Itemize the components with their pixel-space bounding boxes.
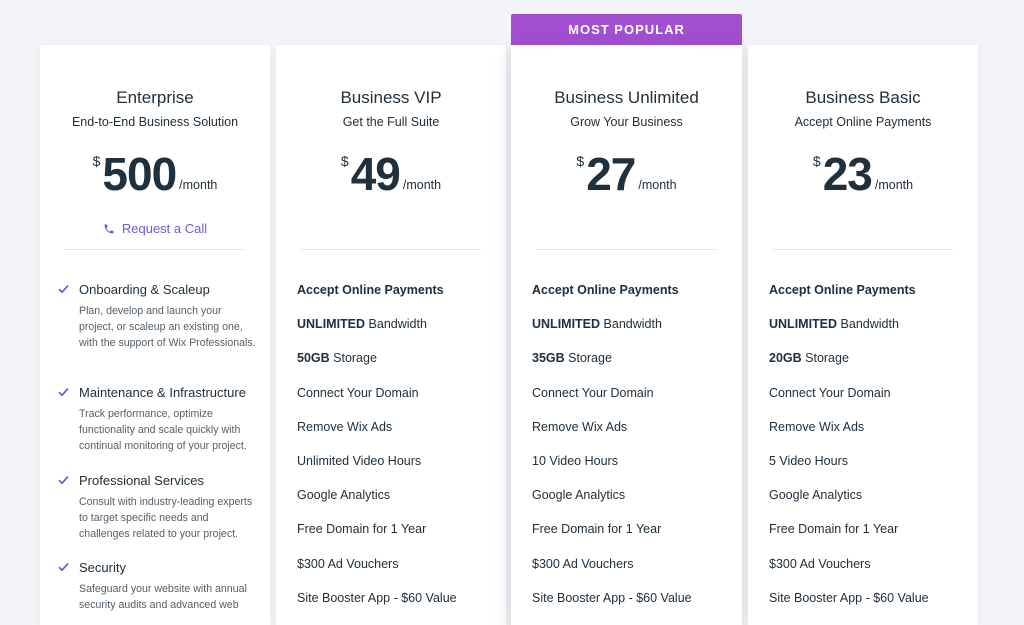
price-amount: 49 — [350, 148, 401, 200]
phone-icon — [104, 224, 114, 233]
feature-description: Plan, develop and launch your project, o… — [79, 305, 256, 349]
feature-item: UNLIMITED Bandwidth — [532, 317, 662, 332]
price-amount: 27 — [586, 148, 636, 200]
feature-item: Accept Online Payments — [297, 283, 444, 297]
bottom-fade — [40, 617, 270, 625]
feature-item: Free Domain for 1 Year — [769, 522, 899, 537]
plan-subtitle: Get the Full Suite — [342, 115, 440, 129]
divider — [773, 249, 953, 250]
feature-item: Remove Wix Ads — [297, 419, 393, 434]
feature-description: Safeguard your website with annual secur… — [79, 583, 247, 611]
feature-item: Free Domain for 1 Year — [532, 522, 662, 537]
feature-item: Google Analytics — [532, 488, 626, 503]
divider — [65, 249, 245, 250]
feature-item: Free Domain for 1 Year — [297, 522, 427, 537]
feature-item: $300 Ad Vouchers — [532, 556, 634, 571]
price-period: /month — [179, 178, 218, 192]
plan-card-business-basic: Business Basic Accept Online Payments $ … — [748, 45, 978, 625]
price-amount: 500 — [102, 148, 177, 200]
feature-item: Unlimited Video Hours — [297, 453, 422, 468]
request-call-label: Request a Call — [121, 221, 208, 236]
plan-card-business-unlimited: Business Unlimited Grow Your Business $ … — [511, 45, 742, 625]
price: $ 500 /month — [40, 147, 270, 201]
plan-name: Business Basic — [805, 88, 921, 107]
feature-description: Track performance, optimize functionalit… — [79, 408, 247, 452]
check-icon — [58, 562, 69, 572]
feature-item: UNLIMITED Bandwidth — [769, 317, 899, 332]
feature-item: $300 Ad Vouchers — [297, 556, 399, 571]
feature-title: Professional Services — [79, 473, 204, 488]
plan-subtitle: End-to-End Business Solution — [71, 115, 239, 129]
most-popular-badge: MOST POPULAR — [511, 14, 742, 45]
feature-item: Connect Your Domain — [297, 385, 419, 400]
feature-item: 10 Video Hours — [532, 453, 618, 468]
feature-item: $300 Ad Vouchers — [769, 556, 871, 571]
feature-list: Accept Online Payments UNLIMITED Bandwid… — [532, 283, 732, 625]
plan-card-business-vip: Business VIP Get the Full Suite $ 49 /mo… — [276, 45, 506, 625]
price: $ 23 /month — [748, 147, 978, 201]
currency-symbol: $ — [92, 153, 101, 169]
check-icon — [58, 387, 69, 397]
feature-item: UNLIMITED Bandwidth — [297, 317, 427, 332]
feature-list: Accept Online Payments UNLIMITED Bandwid… — [297, 283, 496, 625]
feature-title: Onboarding & Scaleup — [79, 282, 210, 297]
currency-symbol: $ — [340, 153, 349, 169]
feature-item: 50GB Storage — [297, 351, 377, 366]
feature-title: Security — [79, 560, 126, 575]
check-icon — [58, 284, 69, 294]
check-icon — [58, 475, 69, 485]
feature-item: Google Analytics — [297, 488, 391, 503]
feature-item: Accept Online Payments — [532, 283, 679, 297]
feature-item: Site Booster App - $60 Value — [769, 590, 929, 605]
plan-subtitle: Grow Your Business — [570, 115, 683, 129]
currency-symbol: $ — [576, 153, 585, 169]
feature-description: Consult with industry-leading experts to… — [79, 496, 253, 540]
feature-item: 20GB Storage — [769, 351, 849, 366]
feature-item: Site Booster App - $60 Value — [532, 590, 692, 605]
price-period: /month — [402, 178, 442, 192]
divider — [301, 249, 481, 250]
feature-item: Site Booster App - $60 Value — [297, 590, 457, 605]
feature-item: Remove Wix Ads — [769, 419, 865, 434]
price-period: /month — [874, 178, 914, 192]
plan-name: Business VIP — [340, 88, 442, 107]
plan-subtitle: Accept Online Payments — [794, 115, 932, 129]
feature-item: Accept Online Payments — [769, 283, 916, 297]
feature-item: Remove Wix Ads — [532, 419, 628, 434]
price-period: /month — [638, 178, 677, 192]
feature-item: Connect Your Domain — [532, 385, 654, 400]
price-amount: 23 — [822, 148, 873, 200]
feature-item: 35GB Storage — [532, 351, 612, 366]
price: $ 27 /month — [511, 147, 742, 201]
feature-item: Google Analytics — [769, 488, 863, 503]
plan-name: Business Unlimited — [554, 88, 699, 107]
feature-item: 5 Video Hours — [769, 453, 848, 468]
feature-list: Accept Online Payments UNLIMITED Bandwid… — [769, 283, 968, 625]
price: $ 49 /month — [276, 147, 506, 201]
plan-name: Enterprise — [116, 88, 194, 107]
plan-card-enterprise: Enterprise End-to-End Business Solution … — [40, 45, 270, 625]
request-call-link[interactable]: Request a Call — [40, 221, 270, 236]
feature-title: Maintenance & Infrastructure — [79, 385, 246, 400]
feature-item: Connect Your Domain — [769, 385, 891, 400]
divider — [536, 249, 716, 250]
currency-symbol: $ — [812, 153, 821, 169]
